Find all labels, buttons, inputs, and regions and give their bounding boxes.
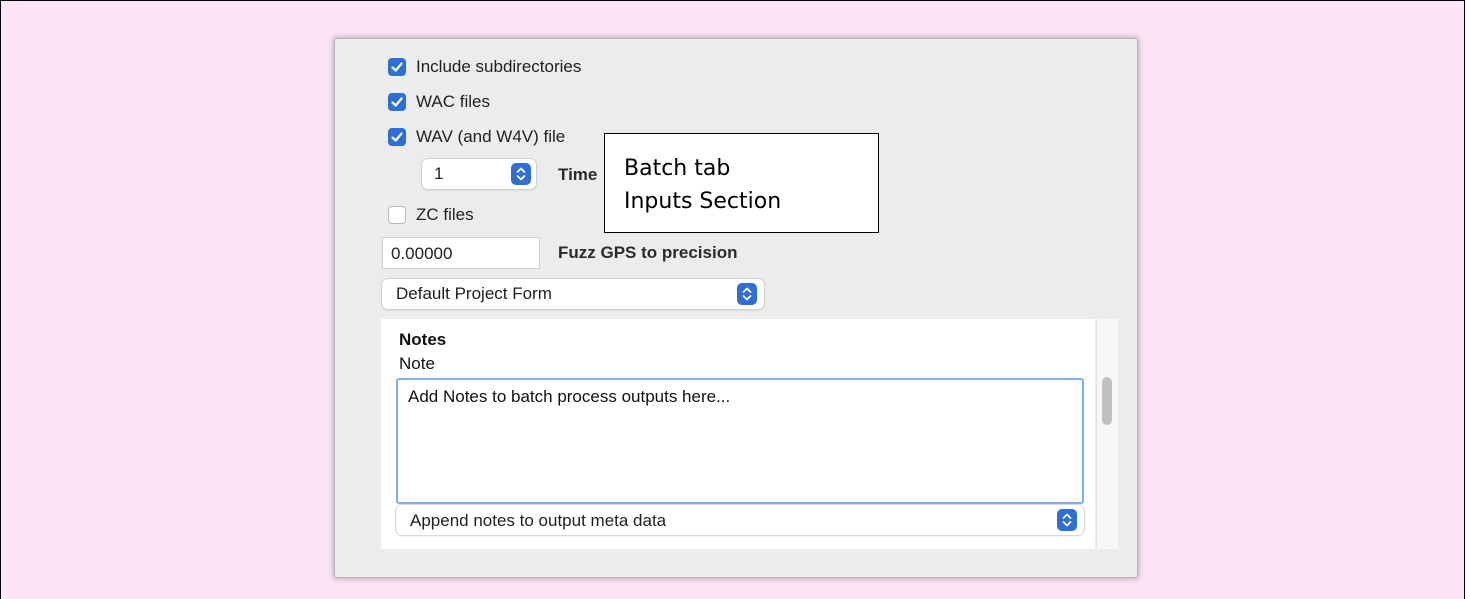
- checkmark-icon: [391, 97, 403, 107]
- project-form-value: Default Project Form: [396, 284, 552, 303]
- time-expansion-stepper-icon[interactable]: [511, 163, 531, 185]
- checkmark-icon: [391, 132, 403, 142]
- fuzz-gps-label: Fuzz GPS to precision: [558, 243, 738, 262]
- callout-line-1: Batch tab: [624, 156, 731, 181]
- form-scrollbar[interactable]: [1096, 319, 1118, 549]
- notes-text: Add Notes to batch process outputs here.…: [408, 387, 731, 406]
- wac-files-label: WAC files: [416, 92, 490, 111]
- notes-mode-stepper-icon[interactable]: [1057, 509, 1077, 531]
- time-expansion-label: Time: [558, 165, 598, 184]
- time-expansion-value: 1: [434, 164, 444, 183]
- zc-files-checkbox[interactable]: [388, 206, 406, 224]
- project-form-select[interactable]: Default Project Form: [382, 279, 764, 309]
- notes-mode-select[interactable]: Append notes to output meta data: [396, 505, 1084, 535]
- chevron-up-down-icon: [1062, 513, 1072, 527]
- form-scrollbar-thumb[interactable]: [1102, 377, 1112, 425]
- notes-mode-value: Append notes to output meta data: [410, 511, 667, 530]
- notes-textarea[interactable]: Add Notes to batch process outputs here.…: [396, 378, 1084, 504]
- time-expansion-select[interactable]: 1: [422, 159, 536, 189]
- zc-files-label: ZC files: [416, 205, 474, 224]
- callout-annotation: Batch tab Inputs Section: [604, 133, 879, 233]
- notes-heading: Notes: [399, 330, 447, 349]
- fuzz-gps-value: 0.00000: [391, 244, 453, 263]
- callout-line-2: Inputs Section: [624, 189, 782, 214]
- include-subdirectories-label: Include subdirectories: [416, 57, 582, 76]
- chevron-up-down-icon: [742, 287, 752, 301]
- project-form-stepper-icon[interactable]: [737, 283, 757, 305]
- slide-background: Include subdirectories WAC files WAV (an…: [0, 0, 1465, 599]
- fuzz-gps-input[interactable]: 0.00000: [382, 237, 540, 269]
- wav-files-label: WAV (and W4V) file: [416, 127, 566, 146]
- checkmark-icon: [391, 62, 403, 72]
- chevron-up-down-icon: [516, 167, 526, 181]
- wav-files-checkbox[interactable]: [388, 128, 406, 146]
- include-subdirectories-checkbox[interactable]: [388, 58, 406, 76]
- note-field-label: Note: [399, 354, 435, 373]
- wac-files-checkbox[interactable]: [388, 93, 406, 111]
